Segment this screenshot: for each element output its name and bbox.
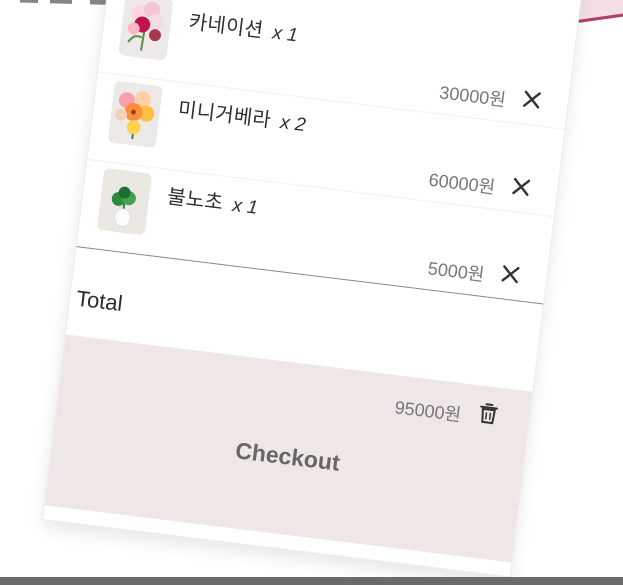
close-icon [512,177,531,196]
item-name-line: 카네이션 x 1 [187,5,299,47]
item-name-line: 불노초 x 1 [166,180,260,220]
bulnocho-plant-photo-icon [96,167,153,236]
item-price: 5000원 [426,258,486,285]
remove-item-button[interactable] [508,174,535,201]
item-quantity: x 2 [279,112,307,137]
item-name: 불노초 [166,185,225,215]
cart-panel: 카네이션 x 1 30000원 미니거베라 x 2 60000원 불노초 x 1… [43,0,583,577]
clear-cart-button[interactable] [474,399,503,428]
mini-gerbera-photo-icon [107,80,163,149]
checkout-area: 95000원 Checkout [44,334,533,563]
close-icon [522,90,541,109]
item-name-line: 미니거베라 x 2 [177,93,308,137]
item-price: 60000원 [427,169,497,198]
total-label: Total [74,285,125,317]
item-quantity: x 1 [271,22,299,47]
item-name: 미니거베라 [176,98,273,132]
remove-item-button[interactable] [497,261,524,288]
total-value: 95000원 [393,397,463,426]
screenshot-stage: 카네이션 x 1 30000원 미니거베라 x 2 60000원 불노초 x 1… [0,0,623,585]
carnation-photo-icon [118,0,174,61]
item-price: 30000원 [438,82,507,111]
cart-items-list: 카네이션 x 1 30000원 미니거베라 x 2 60000원 불노초 x 1… [76,0,576,305]
item-name: 카네이션 [187,11,265,43]
trash-icon [480,403,499,425]
bottom-divider-strip [0,577,623,585]
close-icon [501,265,520,284]
remove-item-button[interactable] [519,86,546,113]
item-quantity: x 1 [231,194,259,219]
